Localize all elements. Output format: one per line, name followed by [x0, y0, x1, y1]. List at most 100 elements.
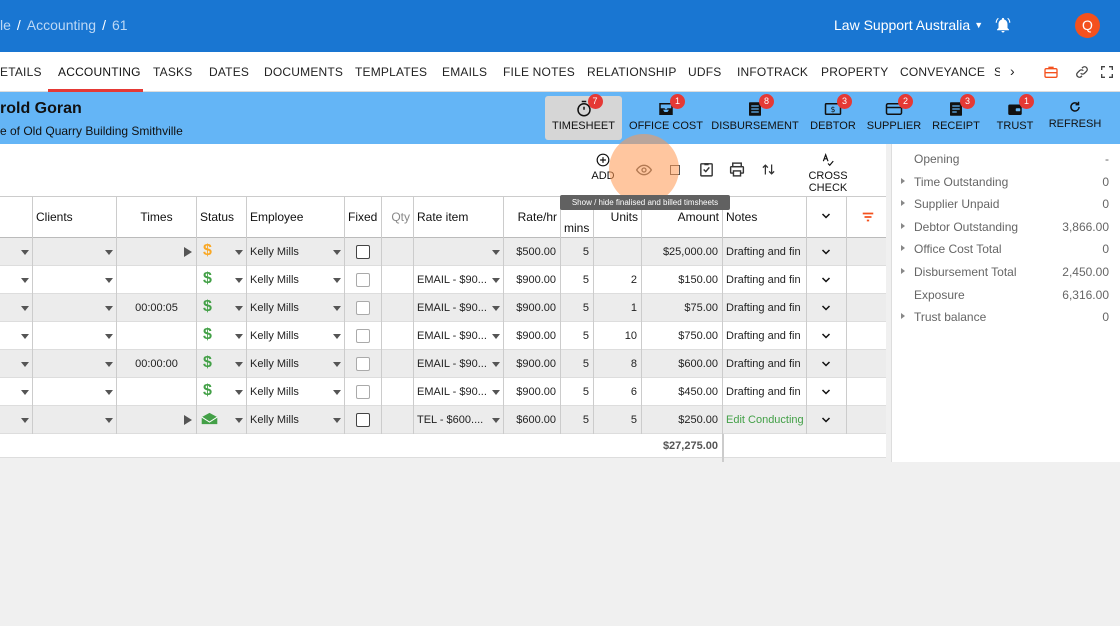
column-header-qty[interactable]: Qty: [382, 197, 414, 239]
expand-cell[interactable]: [807, 322, 847, 350]
employee-cell[interactable]: Kelly Mills: [247, 350, 345, 378]
notes-cell[interactable]: Drafting and fin: [723, 350, 807, 378]
fixed-checkbox[interactable]: [356, 413, 370, 427]
units-cell[interactable]: 2: [594, 266, 642, 294]
units-cell[interactable]: 1: [594, 294, 642, 322]
fixed-cell[interactable]: [345, 322, 382, 350]
trust-button[interactable]: 1 TRUST: [994, 94, 1036, 140]
breadcrumb-accounting[interactable]: Accounting: [27, 17, 96, 33]
receipt-button[interactable]: 3 RECEIPT: [930, 94, 982, 140]
summary-line[interactable]: Office Cost Total 0: [892, 238, 1120, 260]
amount-cell[interactable]: $450.00: [642, 378, 723, 406]
tab-file-notes[interactable]: FILE NOTES: [503, 65, 575, 79]
clients-cell[interactable]: [33, 322, 117, 350]
times-cell[interactable]: 00:00:05: [117, 294, 197, 322]
times-cell[interactable]: [117, 406, 197, 434]
rate-item-cell[interactable]: EMAIL - $90...: [414, 322, 504, 350]
tab-details[interactable]: ETAILS: [0, 65, 42, 79]
tab-conveyance[interactable]: CONVEYANCE: [900, 65, 985, 79]
bell-icon[interactable]: [994, 16, 1012, 34]
tab-documents[interactable]: DOCUMENTS: [264, 65, 343, 79]
rate-cell[interactable]: $600.00: [504, 406, 561, 434]
tab-templates[interactable]: TEMPLATES: [355, 65, 427, 79]
amount-cell[interactable]: $75.00: [642, 294, 723, 322]
fixed-checkbox[interactable]: [356, 301, 370, 315]
matter-cell[interactable]: [0, 238, 33, 266]
table-row[interactable]: Kelly Mills TEL - $600.... $600.00 5 5 $250.0…: [0, 406, 886, 434]
table-row[interactable]: $ Kelly Mills EMAIL - $90... $900.00 5 2 $150.…: [0, 266, 886, 294]
rate-item-cell[interactable]: EMAIL - $90...: [414, 378, 504, 406]
expand-arrow-icon[interactable]: [901, 222, 905, 229]
matter-cell[interactable]: [0, 350, 33, 378]
clients-cell[interactable]: [33, 238, 117, 266]
column-header-expand[interactable]: [807, 197, 847, 239]
expand-arrow-icon[interactable]: [901, 313, 905, 320]
table-row[interactable]: 00:00:05 $ Kelly Mills EMAIL - $90... $900.0…: [0, 294, 886, 322]
notes-cell[interactable]: Drafting and fin: [723, 294, 807, 322]
organization-selector[interactable]: Law Support Australia ▼: [834, 17, 983, 33]
sort-icon[interactable]: [761, 161, 776, 178]
play-icon[interactable]: [184, 415, 192, 425]
status-cell[interactable]: $: [197, 322, 247, 350]
rate-cell[interactable]: $900.00: [504, 266, 561, 294]
rate-item-cell[interactable]: EMAIL - $90...: [414, 266, 504, 294]
mins-cell[interactable]: 5: [561, 406, 594, 434]
column-header-matter[interactable]: [0, 197, 33, 239]
chevron-down-icon[interactable]: [820, 246, 832, 258]
chevron-down-icon[interactable]: [820, 302, 832, 314]
amount-cell[interactable]: $750.00: [642, 322, 723, 350]
mins-cell[interactable]: 5: [561, 294, 594, 322]
avatar[interactable]: Q: [1075, 13, 1100, 38]
expand-cell[interactable]: [807, 266, 847, 294]
notes-cell[interactable]: Edit Conducting: [723, 406, 807, 434]
employee-cell[interactable]: Kelly Mills: [247, 294, 345, 322]
moon-icon[interactable]: [1036, 16, 1054, 34]
fixed-cell[interactable]: [345, 350, 382, 378]
rate-cell[interactable]: $900.00: [504, 322, 561, 350]
print-icon[interactable]: [728, 161, 746, 178]
units-cell[interactable]: 8: [594, 350, 642, 378]
employee-cell[interactable]: Kelly Mills: [247, 378, 345, 406]
times-cell[interactable]: 00:00:00: [117, 350, 197, 378]
fixed-checkbox[interactable]: [356, 245, 370, 259]
refresh-button[interactable]: REFRESH: [1046, 96, 1104, 140]
column-header-status[interactable]: Status: [197, 197, 247, 239]
matter-cell[interactable]: [0, 294, 33, 322]
fixed-checkbox[interactable]: [356, 357, 370, 371]
matter-cell[interactable]: [0, 322, 33, 350]
expand-cell[interactable]: [807, 406, 847, 434]
expand-arrow-icon[interactable]: [901, 268, 905, 274]
tab-accounting[interactable]: ACCOUNTING: [58, 65, 141, 79]
amount-cell[interactable]: $250.00: [642, 406, 723, 434]
times-cell[interactable]: [117, 378, 197, 406]
fixed-cell[interactable]: [345, 378, 382, 406]
expand-cell[interactable]: [807, 294, 847, 322]
status-cell[interactable]: $: [197, 238, 247, 266]
mins-cell[interactable]: 5: [561, 238, 594, 266]
column-header-fixed[interactable]: Fixed: [345, 197, 382, 239]
expand-cell[interactable]: [807, 378, 847, 406]
tab-overflow[interactable]: S: [994, 65, 1000, 79]
play-icon[interactable]: [184, 247, 192, 257]
mins-cell[interactable]: 5: [561, 266, 594, 294]
column-header-rate[interactable]: Rate/hr: [504, 197, 561, 239]
status-cell[interactable]: $: [197, 350, 247, 378]
expand-arrow-icon[interactable]: [901, 200, 905, 207]
clients-cell[interactable]: [33, 350, 117, 378]
status-cell[interactable]: $: [197, 378, 247, 406]
cross-check-button[interactable]: CROSS CHECK: [788, 153, 868, 194]
status-cell[interactable]: $: [197, 266, 247, 294]
link-icon[interactable]: [1074, 64, 1090, 80]
chevron-down-icon[interactable]: [820, 414, 832, 426]
fixed-checkbox[interactable]: [356, 329, 370, 343]
mins-cell[interactable]: 5: [561, 350, 594, 378]
fixed-cell[interactable]: [345, 406, 382, 434]
checklist-icon[interactable]: [698, 161, 715, 178]
qty-cell[interactable]: [382, 238, 414, 266]
times-cell[interactable]: [117, 238, 197, 266]
rate-cell[interactable]: $900.00: [504, 294, 561, 322]
table-row[interactable]: $ Kelly Mills $500.00 5 $25,000.00 Drafting a…: [0, 238, 886, 266]
units-cell[interactable]: 10: [594, 322, 642, 350]
status-cell[interactable]: [197, 406, 247, 434]
qty-cell[interactable]: [382, 266, 414, 294]
